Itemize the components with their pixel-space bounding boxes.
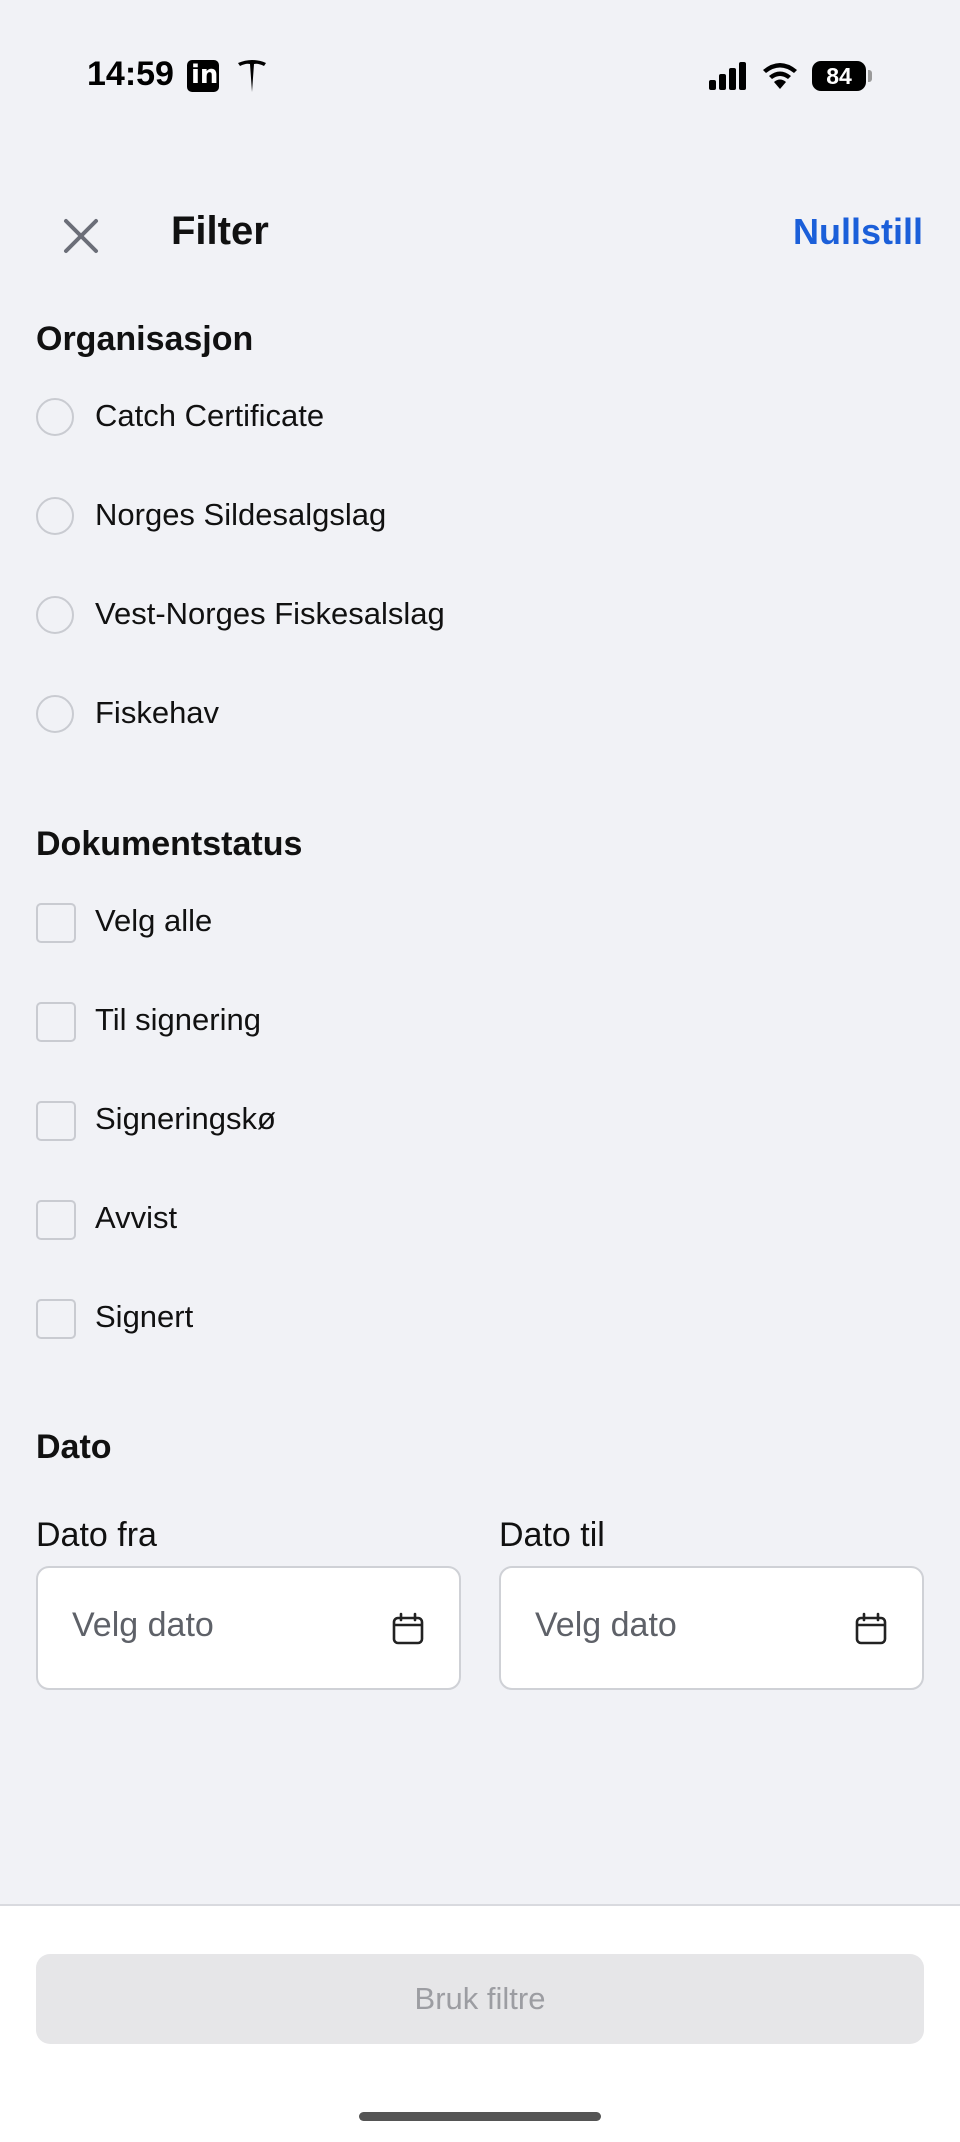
status-bar: 14:59 in 84 — [0, 0, 960, 150]
battery-tip — [868, 70, 872, 82]
wifi-icon — [763, 63, 797, 89]
cellular-signal-icon — [709, 62, 746, 90]
tesla-icon — [238, 60, 266, 92]
option-label: Norges Sildesalgslag — [95, 497, 387, 532]
option-label: Signert — [95, 1299, 194, 1334]
calendar-icon[interactable] — [854, 1612, 888, 1646]
close-button[interactable] — [58, 213, 104, 259]
date-to-label: Dato til — [499, 1516, 605, 1554]
battery-icon: 84 — [812, 61, 866, 91]
filter-header: Filter Nullstill — [0, 195, 960, 275]
checkbox[interactable] — [36, 1299, 76, 1339]
date-from-field[interactable]: Velg dato — [36, 1566, 461, 1690]
organisation-option-vest-norges-fiskesalslag[interactable]: Vest-Norges Fiskesalslag — [36, 593, 916, 639]
document-status-section-title: Dokumentstatus — [36, 825, 303, 863]
radio-button[interactable] — [36, 497, 74, 535]
status-option-signeringsko[interactable]: Signeringskø — [36, 1098, 916, 1144]
status-option-til-signering[interactable]: Til signering — [36, 999, 916, 1045]
close-icon — [64, 219, 98, 253]
organisation-option-catch-certificate[interactable]: Catch Certificate — [36, 395, 916, 441]
status-option-avvist[interactable]: Avvist — [36, 1197, 916, 1243]
checkbox[interactable] — [36, 1002, 76, 1042]
option-label: Fiskehav — [95, 695, 220, 730]
date-from-label: Dato fra — [36, 1516, 157, 1554]
organisation-option-fiskehav[interactable]: Fiskehav — [36, 692, 916, 738]
option-label: Catch Certificate — [95, 398, 325, 433]
battery-level: 84 — [826, 63, 852, 89]
status-option-select-all[interactable]: Velg alle — [36, 900, 916, 946]
calendar-icon[interactable] — [391, 1612, 425, 1646]
date-from-placeholder: Velg dato — [72, 1606, 214, 1644]
home-indicator[interactable] — [359, 2112, 601, 2121]
radio-button[interactable] — [36, 596, 74, 634]
footer: Bruk filtre — [0, 1904, 960, 2142]
checkbox[interactable] — [36, 1200, 76, 1240]
option-label: Signeringskø — [95, 1101, 276, 1136]
option-label: Avvist — [95, 1200, 178, 1235]
apply-filters-button[interactable]: Bruk filtre — [36, 1954, 924, 2044]
option-label: Vest-Norges Fiskesalslag — [95, 596, 445, 631]
radio-button[interactable] — [36, 695, 74, 733]
date-to-placeholder: Velg dato — [535, 1606, 677, 1644]
radio-button[interactable] — [36, 398, 74, 436]
option-label: Velg alle — [95, 903, 213, 938]
checkbox[interactable] — [36, 903, 76, 943]
date-to-field[interactable]: Velg dato — [499, 1566, 924, 1690]
linkedin-icon: in — [187, 60, 219, 92]
checkbox[interactable] — [36, 1101, 76, 1141]
date-section-title: Dato — [36, 1428, 112, 1466]
organisation-section-title: Organisasjon — [36, 320, 254, 358]
reset-button[interactable]: Nullstill — [793, 211, 923, 253]
status-time: 14:59 — [87, 55, 174, 93]
option-label: Til signering — [95, 1002, 261, 1037]
status-option-signert[interactable]: Signert — [36, 1296, 916, 1342]
page-title: Filter — [171, 209, 269, 253]
organisation-option-norges-sildesalgslag[interactable]: Norges Sildesalgslag — [36, 494, 916, 540]
